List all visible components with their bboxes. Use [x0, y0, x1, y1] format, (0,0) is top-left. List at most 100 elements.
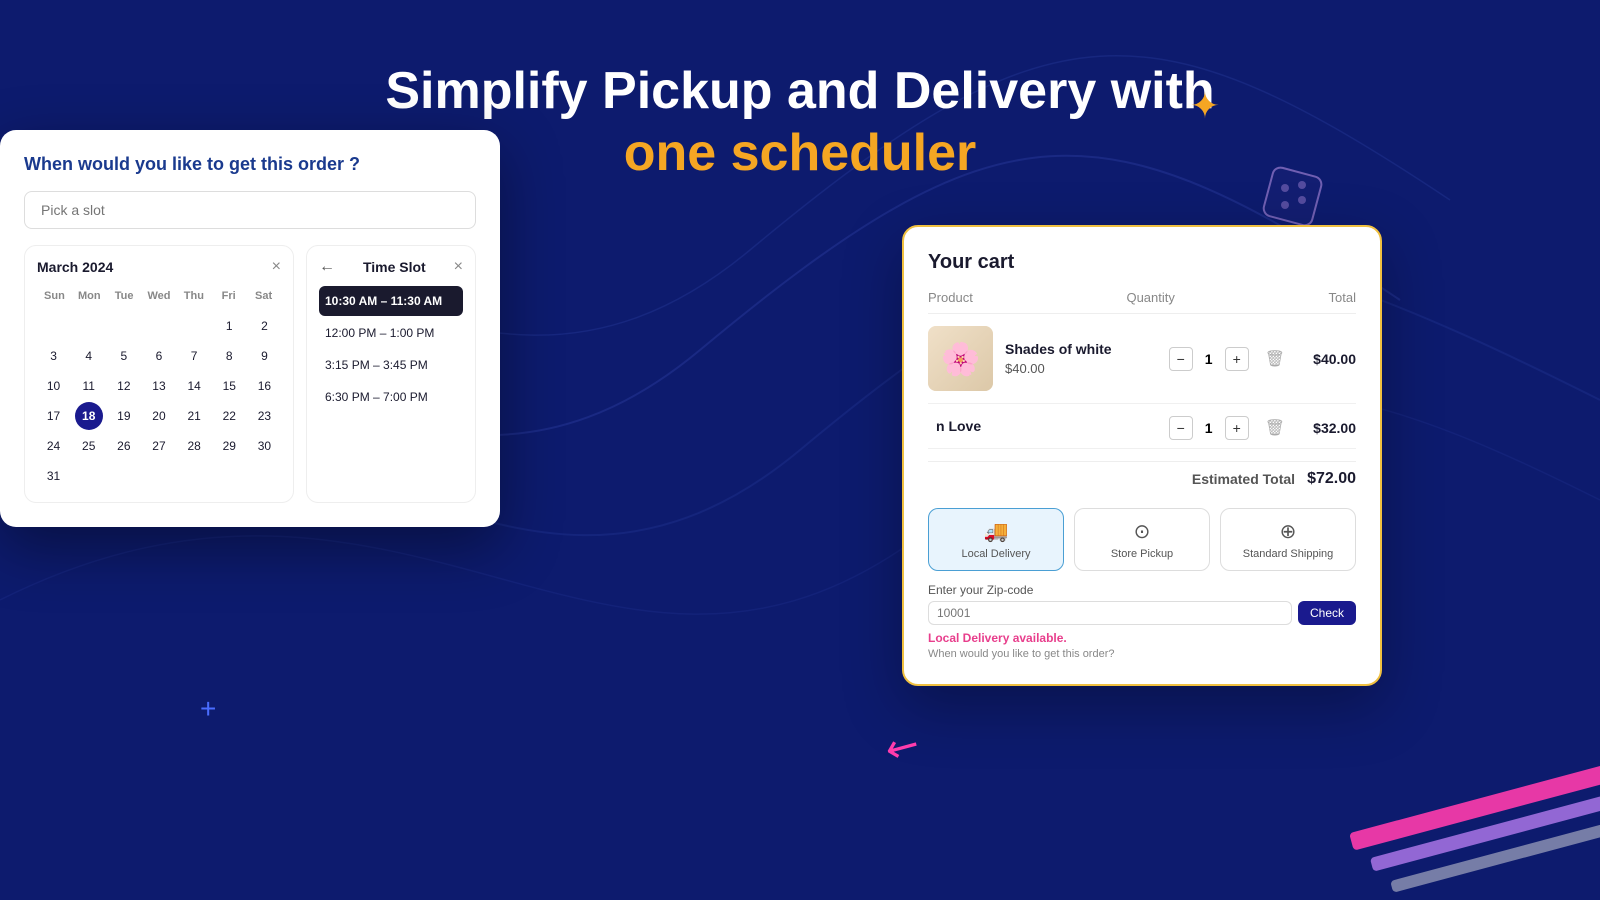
cal-day-4[interactable]: 4 — [75, 342, 103, 370]
delivery-option-shipping[interactable]: ⊕ Standard Shipping — [1220, 508, 1356, 571]
cal-day-6[interactable]: 6 — [145, 342, 173, 370]
cal-day-18[interactable]: 18 — [75, 402, 103, 430]
cal-day-15[interactable]: 15 — [215, 372, 243, 400]
day-label-sun: Sun — [37, 286, 72, 306]
timeslot-item-2[interactable]: 3:15 PM – 3:45 PM — [319, 350, 463, 380]
cal-day-11[interactable]: 11 — [75, 372, 103, 400]
timeslot-item-1[interactable]: 12:00 PM – 1:00 PM — [319, 318, 463, 348]
day-label-mon: Mon — [72, 286, 107, 306]
cart-title: Your cart — [928, 251, 1356, 274]
cal-day-empty — [110, 312, 138, 340]
product-info-2: n Love — [936, 418, 1169, 438]
cal-day-empty — [145, 462, 173, 490]
trash-icon-1[interactable]: 🗑 — [1265, 349, 1285, 369]
cal-day-empty — [40, 312, 68, 340]
estimated-amount: $72.00 — [1307, 470, 1356, 488]
cal-day-30[interactable]: 30 — [250, 432, 278, 460]
truck-icon: 🚚 — [937, 519, 1055, 544]
cal-day-22[interactable]: 22 — [215, 402, 243, 430]
delivery-options: 🚚 Local Delivery ⊙ Store Pickup ⊕ Standa… — [928, 508, 1356, 571]
timeslot-header: ← Time Slot × — [319, 258, 463, 276]
cal-day-25[interactable]: 25 — [75, 432, 103, 460]
col-product: Product — [928, 290, 973, 305]
cal-day-26[interactable]: 26 — [110, 432, 138, 460]
calendar-timeslot-row: March 2024 × Sun Mon Tue Wed Thu Fri Sat… — [24, 245, 476, 503]
delivery-label-shipping: Standard Shipping — [1229, 548, 1347, 560]
timeslot-title: Time Slot — [335, 259, 454, 275]
qty-decrease-2[interactable]: − — [1169, 416, 1193, 440]
qty-decrease-1[interactable]: − — [1169, 347, 1193, 371]
cal-day-7[interactable]: 7 — [180, 342, 208, 370]
cal-day-5[interactable]: 5 — [110, 342, 138, 370]
cal-day-13[interactable]: 13 — [145, 372, 173, 400]
cal-day-2[interactable]: 2 — [250, 312, 278, 340]
timeslot-close-icon[interactable]: × — [454, 258, 463, 276]
cart-panel: Your cart Product Quantity Total Shades … — [902, 225, 1382, 686]
timeslot-item-0[interactable]: 10:30 AM – 11:30 AM — [319, 286, 463, 316]
item-total-2: $32.00 — [1301, 420, 1356, 436]
cal-day-23[interactable]: 23 — [250, 402, 278, 430]
delivery-option-local[interactable]: 🚚 Local Delivery — [928, 508, 1064, 571]
estimated-total-row: Estimated Total $72.00 — [928, 461, 1356, 496]
when-order-text: When would you like to get this order? — [928, 648, 1356, 660]
timeslot-list: 10:30 AM – 11:30 AM12:00 PM – 1:00 PM3:1… — [319, 286, 463, 412]
cal-day-9[interactable]: 9 — [250, 342, 278, 370]
cal-day-10[interactable]: 10 — [40, 372, 68, 400]
trash-icon-2[interactable]: 🗑 — [1265, 418, 1285, 438]
scheduler-question: When would you like to get this order ? — [24, 154, 476, 175]
qty-control-2: − 1 + — [1169, 416, 1249, 440]
day-label-thu: Thu — [176, 286, 211, 306]
cal-day-21[interactable]: 21 — [180, 402, 208, 430]
delivery-available-text: Local Delivery available. — [928, 631, 1356, 645]
cal-day-27[interactable]: 27 — [145, 432, 173, 460]
crosshair-icon: + — [200, 693, 216, 725]
product-image-1 — [928, 326, 993, 391]
qty-increase-2[interactable]: + — [1225, 416, 1249, 440]
cal-day-empty — [110, 462, 138, 490]
qty-value-2: 1 — [1199, 420, 1219, 436]
cal-day-24[interactable]: 24 — [40, 432, 68, 460]
calendar-close-icon[interactable]: × — [272, 258, 281, 276]
product-info-1: Shades of white $40.00 — [1005, 341, 1169, 376]
col-quantity: Quantity — [1126, 290, 1174, 305]
slot-input[interactable] — [24, 191, 476, 229]
day-label-tue: Tue — [107, 286, 142, 306]
check-button[interactable]: Check — [1298, 601, 1356, 625]
cal-day-empty — [215, 462, 243, 490]
product-price-1: $40.00 — [1005, 361, 1169, 376]
calendar-days-header: Sun Mon Tue Wed Thu Fri Sat — [37, 286, 281, 306]
timeslot-back-icon[interactable]: ← — [319, 258, 335, 276]
qty-increase-1[interactable]: + — [1225, 347, 1249, 371]
cal-day-empty — [145, 312, 173, 340]
cal-day-14[interactable]: 14 — [180, 372, 208, 400]
calendar-grid: 1234567891011121314151617181920212223242… — [37, 312, 281, 490]
star-icon: ✦ — [1190, 85, 1220, 127]
cal-day-1[interactable]: 1 — [215, 312, 243, 340]
delivery-option-store[interactable]: ⊙ Store Pickup — [1074, 508, 1210, 571]
cal-day-3[interactable]: 3 — [40, 342, 68, 370]
cal-day-31[interactable]: 31 — [40, 462, 68, 490]
cal-day-empty — [250, 462, 278, 490]
cal-day-19[interactable]: 19 — [110, 402, 138, 430]
cal-day-29[interactable]: 29 — [215, 432, 243, 460]
estimated-label: Estimated Total — [1192, 471, 1295, 487]
zipcode-section: Enter your Zip-code Check Local Delivery… — [928, 583, 1356, 660]
cal-day-16[interactable]: 16 — [250, 372, 278, 400]
cal-day-8[interactable]: 8 — [215, 342, 243, 370]
delivery-label-local: Local Delivery — [937, 548, 1055, 560]
cart-item-1: Shades of white $40.00 − 1 + 🗑 $40.00 — [928, 326, 1356, 404]
dice-icon-right — [1260, 160, 1330, 235]
timeslot-item-3[interactable]: 6:30 PM – 7:00 PM — [319, 382, 463, 412]
qty-control-1: − 1 + — [1169, 347, 1249, 371]
shipping-icon: ⊕ — [1229, 519, 1347, 544]
cal-day-20[interactable]: 20 — [145, 402, 173, 430]
cal-day-28[interactable]: 28 — [180, 432, 208, 460]
item-total-1: $40.00 — [1301, 351, 1356, 367]
cal-day-12[interactable]: 12 — [110, 372, 138, 400]
day-label-sat: Sat — [246, 286, 281, 306]
col-total: Total — [1329, 290, 1356, 305]
zipcode-input[interactable] — [928, 601, 1292, 625]
cal-day-empty — [75, 312, 103, 340]
cart-item-2: n Love − 1 + 🗑 $32.00 — [928, 416, 1356, 449]
cal-day-17[interactable]: 17 — [40, 402, 68, 430]
